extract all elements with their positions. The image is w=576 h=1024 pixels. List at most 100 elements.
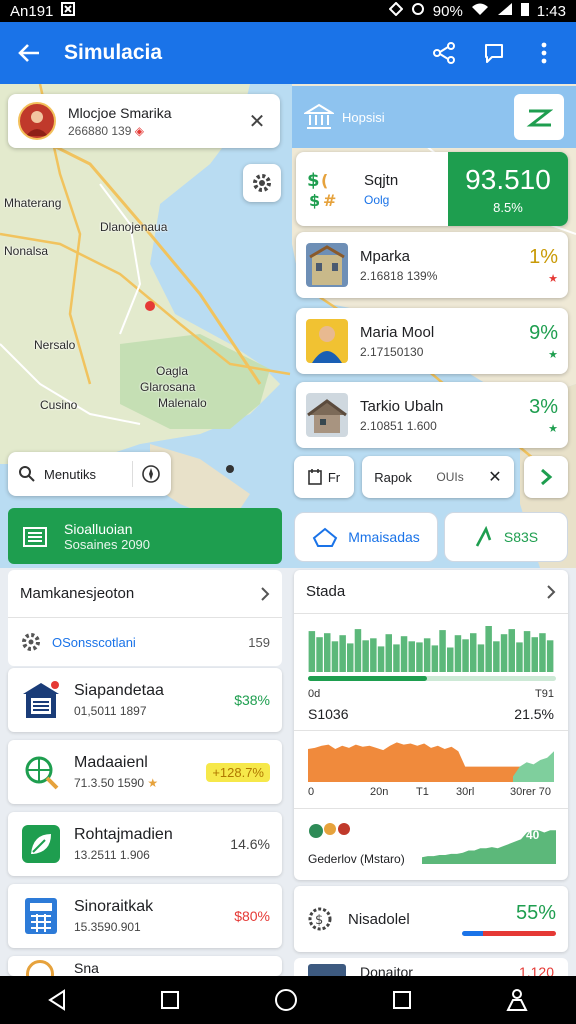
asset-sub: 2.16818 139% xyxy=(360,268,438,283)
share-button[interactable] xyxy=(426,35,462,71)
progress-track xyxy=(308,676,556,681)
map-label: Nersalo xyxy=(34,338,76,352)
search-label: Menutiks xyxy=(44,466,97,482)
notification-icon xyxy=(61,2,76,20)
chat-button[interactable] xyxy=(476,35,512,71)
badge-icon: ◈ xyxy=(134,123,144,138)
list-item[interactable]: Madaaienl 71.3.50 1590 ★ +128.7% xyxy=(8,740,282,804)
search-icon xyxy=(19,466,35,482)
chip-label: Fr xyxy=(327,469,341,485)
filter-chip[interactable]: Rapok OUIs ✕ xyxy=(362,456,514,498)
close-icon[interactable]: ✕ xyxy=(488,467,501,487)
asset-card[interactable]: Mparka 2.16818 139% 1% ★ xyxy=(296,232,568,298)
chart-bar xyxy=(508,629,515,672)
summary-card[interactable]: $ Nisadolel 55% xyxy=(294,886,568,952)
next-button[interactable] xyxy=(524,456,568,498)
chart-bar xyxy=(423,638,431,672)
asset-card[interactable]: Tarkio Ubaln 2.10851 1.600 3% ★ xyxy=(296,382,568,448)
user-card[interactable]: Mlocjoe Smarika 266880 139 ◈ ✕ xyxy=(8,94,280,148)
star-icon: ★ xyxy=(147,776,159,790)
battery-percent: 90% xyxy=(432,2,463,20)
chart-bar xyxy=(400,636,408,672)
leaf-icon xyxy=(20,823,62,865)
asset-name: Tarkio Ubaln xyxy=(360,397,444,415)
currency-icon: $($ # xyxy=(306,167,352,211)
star-icon: ★ xyxy=(548,272,558,285)
accessibility-icon[interactable] xyxy=(505,988,529,1012)
list-item[interactable]: Siapandetaa 01,5011 1897 $38% xyxy=(8,668,282,732)
clock: 1:43 xyxy=(536,2,566,20)
chart-bar xyxy=(339,635,346,672)
edit-button[interactable] xyxy=(514,94,564,140)
chart-bar xyxy=(500,634,508,672)
axis-tick: 30rer 70 xyxy=(510,786,551,798)
item-sub: 15.3590.901 xyxy=(74,920,141,934)
filter-chip-row: Fr Rapok OUIs ✕ xyxy=(294,456,570,500)
stats-header[interactable]: Stada xyxy=(294,570,568,614)
list-item[interactable]: Sna xyxy=(8,956,282,976)
settings-button[interactable] xyxy=(243,164,281,202)
back-arrow-icon[interactable] xyxy=(14,38,44,68)
asset-pct: 1% xyxy=(529,245,558,268)
chart-bar xyxy=(523,631,531,672)
asset-card[interactable]: Maria Mool 2.17150130 9% ★ xyxy=(296,308,568,374)
partial-row[interactable]: Donaitor 1.120 xyxy=(294,958,568,976)
bank-icon xyxy=(304,103,334,129)
search-chip[interactable]: Menutiks xyxy=(8,452,171,496)
trend-button[interactable]: S83S xyxy=(444,512,568,562)
chart-bar xyxy=(546,640,554,672)
avatar xyxy=(18,102,56,140)
pen-icon xyxy=(526,109,553,127)
svg-text:#: # xyxy=(323,191,336,210)
axis-tick: 0 xyxy=(308,786,315,798)
recents-icon[interactable] xyxy=(392,990,412,1010)
filter-chip[interactable]: Fr xyxy=(294,456,354,498)
location-icon xyxy=(388,1,404,20)
svg-text:$: $ xyxy=(315,913,323,928)
chart-bar xyxy=(308,631,316,672)
svg-text:(: ( xyxy=(321,171,328,190)
thumb xyxy=(308,964,346,976)
sync-icon xyxy=(411,2,425,20)
chip-label: Rapok xyxy=(374,469,412,485)
list-item[interactable]: Rohtajmadien 13.2511 1.906 14.6% xyxy=(8,812,282,876)
asset-sub: 2.17150130 xyxy=(360,344,424,359)
home-circle-icon[interactable] xyxy=(274,988,298,1012)
item-name: Madaaienl xyxy=(74,754,148,771)
chart-bar xyxy=(516,642,523,672)
chart-bar xyxy=(531,637,538,672)
map-label: Glarosana xyxy=(140,380,196,394)
banner-subtitle: Sosaines 2090 xyxy=(64,536,151,552)
simulation-banner[interactable]: Sioalluoian Sosaines 2090 xyxy=(8,508,282,564)
asset-name: Mparka xyxy=(360,247,411,265)
back-triangle-icon[interactable] xyxy=(47,989,67,1011)
chart-bar xyxy=(354,629,362,672)
item-sub: 13.2511 1.906 xyxy=(74,848,150,862)
page-title: Simulacia xyxy=(64,41,163,64)
item-sub: 01,5011 1897 xyxy=(74,704,147,718)
compass-icon[interactable] xyxy=(141,464,161,484)
close-button[interactable]: ✕ xyxy=(244,108,270,134)
more-options-button[interactable] xyxy=(526,35,562,71)
item-sub: 71.3.50 1590 ★ xyxy=(74,776,206,790)
chip-label: OUIs xyxy=(436,470,464,484)
signal-icon xyxy=(497,2,513,20)
list-item[interactable]: Sinoraitkak 15.3590.901 $80% xyxy=(8,884,282,948)
building-thumbnail xyxy=(306,243,348,287)
item-name: Siapandetaa xyxy=(74,682,164,699)
section-subrow[interactable]: OSonsscotlani 159 xyxy=(8,618,282,666)
chart-bar xyxy=(370,638,377,672)
map-mode-button[interactable]: Mmaisadas xyxy=(294,512,438,562)
portfolio-header: Hopsisi xyxy=(292,86,576,148)
battery-icon xyxy=(520,2,529,20)
asset-card[interactable]: $($ # Sqjtn Oolg 93.510 8.5% xyxy=(296,152,568,226)
chart-bar xyxy=(447,647,454,672)
chat-bubble-icon xyxy=(485,44,503,63)
asset-big-pct: 8.5% xyxy=(493,199,523,215)
house-thumbnail xyxy=(306,393,348,437)
section-header[interactable]: Mamkanesjeoton xyxy=(8,570,282,618)
item-value: +128.7% xyxy=(206,762,270,782)
square-icon[interactable] xyxy=(160,990,180,1010)
footer-label: Gederlov (Mstaro) xyxy=(308,852,405,866)
asset-value-box: 93.510 8.5% xyxy=(448,152,568,226)
